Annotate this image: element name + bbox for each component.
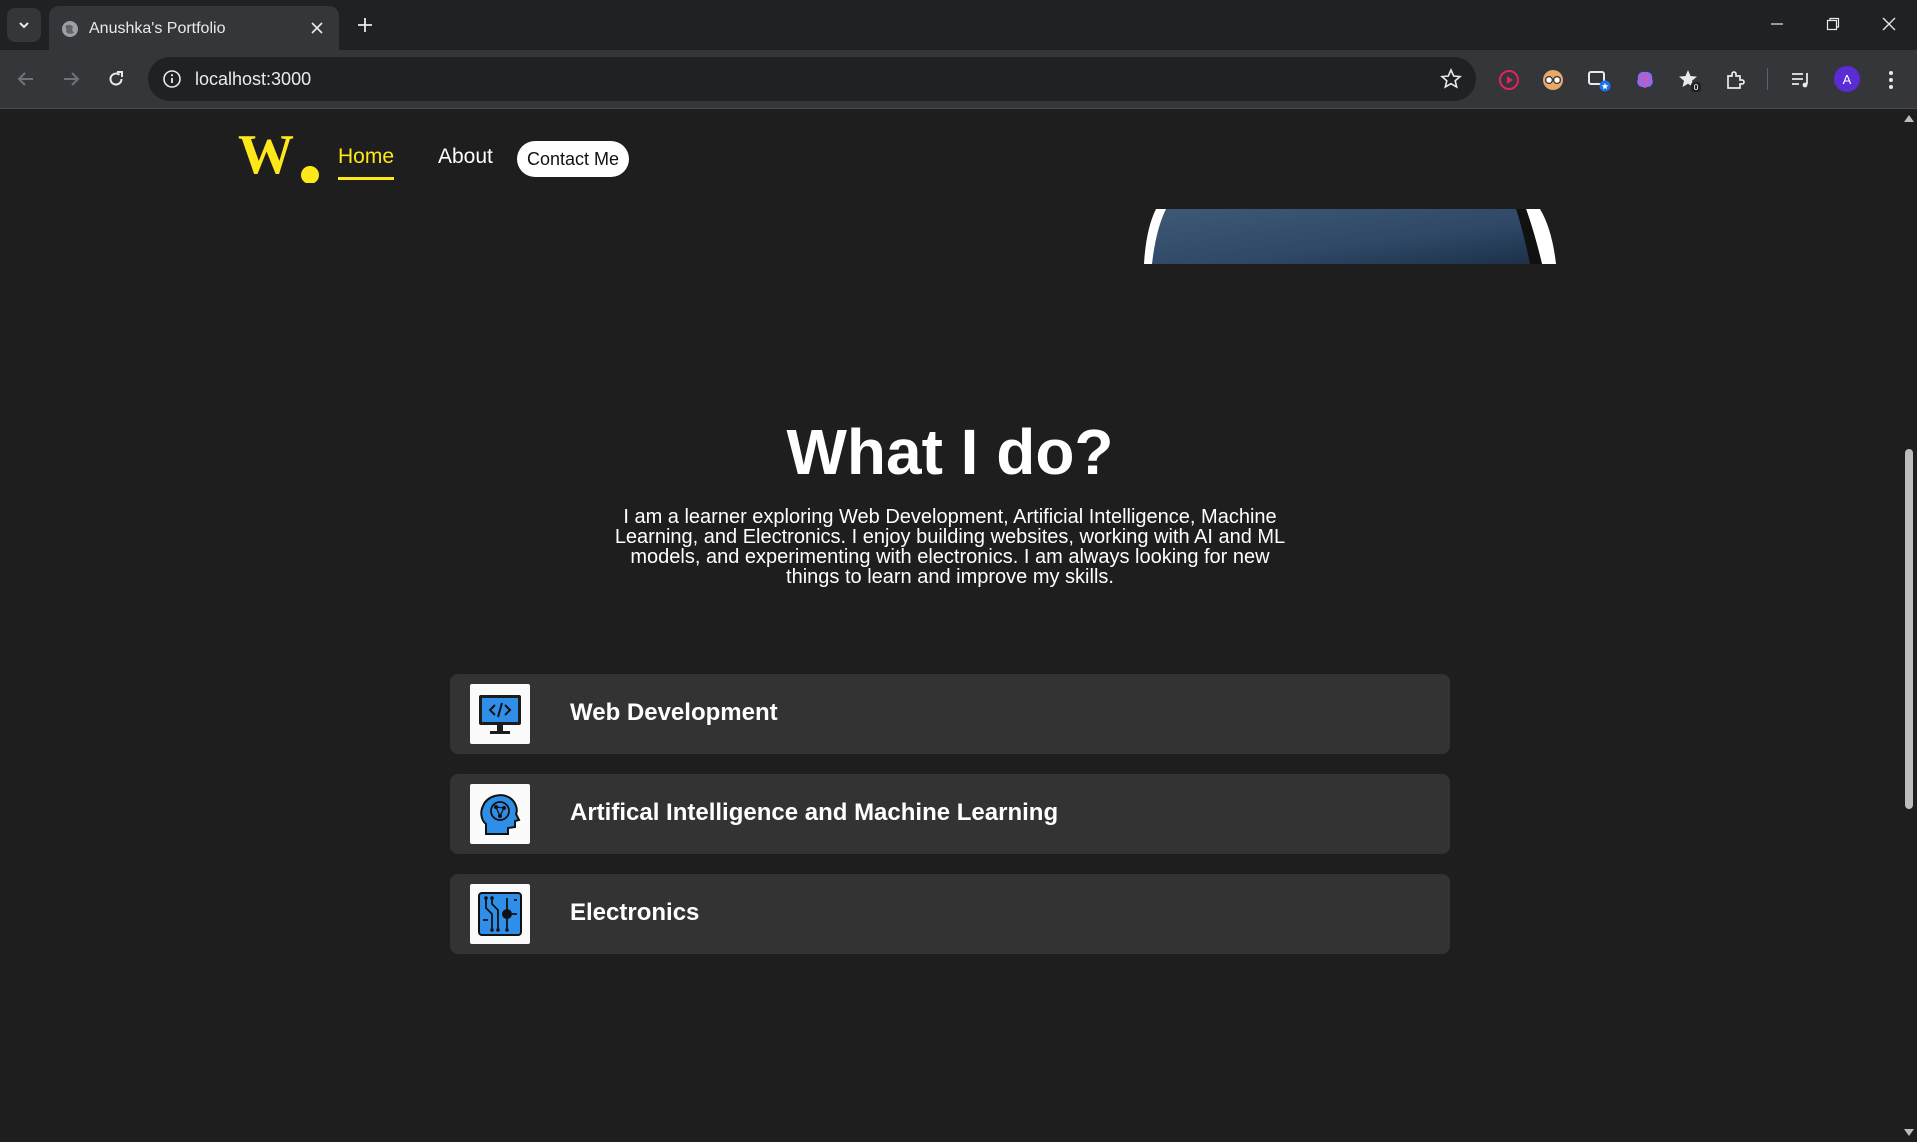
logo-letter: W	[238, 131, 294, 183]
kebab-menu-icon	[1889, 71, 1893, 89]
restore-icon	[1826, 17, 1840, 31]
service-icon-box	[470, 884, 530, 944]
brain-icon	[1637, 71, 1653, 88]
scroll-down-arrow-icon[interactable]	[1904, 1129, 1914, 1136]
service-label: Web Development	[570, 699, 778, 726]
nav-about-link[interactable]: About	[438, 145, 493, 169]
service-icon-box	[470, 784, 530, 844]
extension-tab-manager[interactable]	[1586, 67, 1612, 93]
toolbar-separator	[1767, 68, 1768, 90]
service-card-web-development[interactable]: Web Development	[450, 674, 1450, 754]
extensions-button[interactable]	[1722, 67, 1748, 93]
profile-avatar[interactable]: A	[1834, 66, 1860, 92]
playlist-icon	[1792, 73, 1808, 88]
window-stack-icon	[1588, 71, 1611, 92]
globe-icon	[62, 21, 78, 37]
browser-menu-button[interactable]	[1878, 67, 1904, 93]
bookmark-star-icon[interactable]	[1440, 68, 1462, 90]
hero-profile-photo	[1144, 209, 1556, 264]
extension-brain[interactable]	[1632, 67, 1658, 93]
scroll-thumb[interactable]	[1905, 449, 1913, 809]
service-icon-box	[470, 684, 530, 744]
new-tab-button[interactable]	[352, 12, 378, 38]
extension-record[interactable]	[1496, 67, 1522, 93]
site-info-icon[interactable]	[162, 69, 182, 89]
forward-button[interactable]	[57, 65, 85, 93]
site-logo[interactable]: W	[238, 131, 328, 183]
minimize-button[interactable]	[1755, 8, 1799, 40]
chevron-down-icon	[19, 22, 29, 29]
address-bar[interactable]: localhost:3000	[148, 57, 1476, 101]
close-icon	[1882, 17, 1896, 31]
star-check-icon: 0	[1679, 70, 1701, 92]
browser-toolbar: localhost:3000 0 A	[0, 50, 1917, 109]
tab-title: Anushka's Portfolio	[89, 20, 226, 37]
close-tab-icon[interactable]	[307, 18, 327, 38]
intro-line: I am a learner exploring Web Development…	[623, 506, 1277, 528]
media-control-button[interactable]	[1788, 67, 1814, 93]
glasses-icon	[1543, 70, 1563, 90]
intro-line: models, and experimenting with electroni…	[630, 546, 1270, 568]
contact-me-button[interactable]: Contact Me	[517, 141, 630, 177]
minimize-icon	[1771, 23, 1783, 25]
section-intro: I am a learner exploring Web Development…	[570, 507, 1330, 587]
service-card-ai-ml[interactable]: Artifical Intelligence and Machine Learn…	[450, 774, 1450, 854]
page-scrollbar[interactable]	[1900, 109, 1917, 1142]
back-button[interactable]	[12, 65, 40, 93]
arrow-right-icon	[64, 72, 80, 86]
service-label: Electronics	[570, 899, 700, 926]
url-text[interactable]: localhost:3000	[195, 69, 311, 90]
nav-home-link[interactable]: Home	[338, 145, 395, 180]
extension-badge-count: 0	[1693, 83, 1698, 92]
monitor-code-icon	[479, 695, 521, 734]
plus-icon	[358, 18, 372, 32]
section-title: What I do?	[786, 416, 1114, 488]
service-label: Artifical Intelligence and Machine Learn…	[570, 799, 1059, 826]
browser-tab-bar: Anushka's Portfolio	[0, 0, 1917, 50]
restore-button[interactable]	[1811, 8, 1855, 40]
puzzle-icon	[1727, 71, 1745, 89]
service-card-electronics[interactable]: Electronics	[450, 874, 1450, 954]
circuit-chip-icon	[478, 892, 522, 936]
arrow-left-icon	[17, 72, 33, 86]
scroll-up-arrow-icon[interactable]	[1904, 115, 1914, 122]
extension-star-badge[interactable]: 0	[1676, 67, 1702, 93]
close-window-button[interactable]	[1867, 8, 1911, 40]
reload-button[interactable]	[102, 65, 130, 93]
record-icon	[1499, 70, 1519, 90]
intro-line: Learning, and Electronics. I enjoy build…	[614, 526, 1286, 548]
browser-tab[interactable]: Anushka's Portfolio	[49, 6, 339, 50]
reload-icon	[109, 71, 123, 86]
ai-head-icon	[480, 794, 521, 835]
intro-line: things to learn and improve my skills.	[786, 566, 1114, 588]
page-viewport: W Home About Contact Me What I do? I am …	[0, 109, 1900, 1142]
extension-glasses[interactable]	[1540, 67, 1566, 93]
tab-search-button[interactable]	[7, 8, 41, 42]
